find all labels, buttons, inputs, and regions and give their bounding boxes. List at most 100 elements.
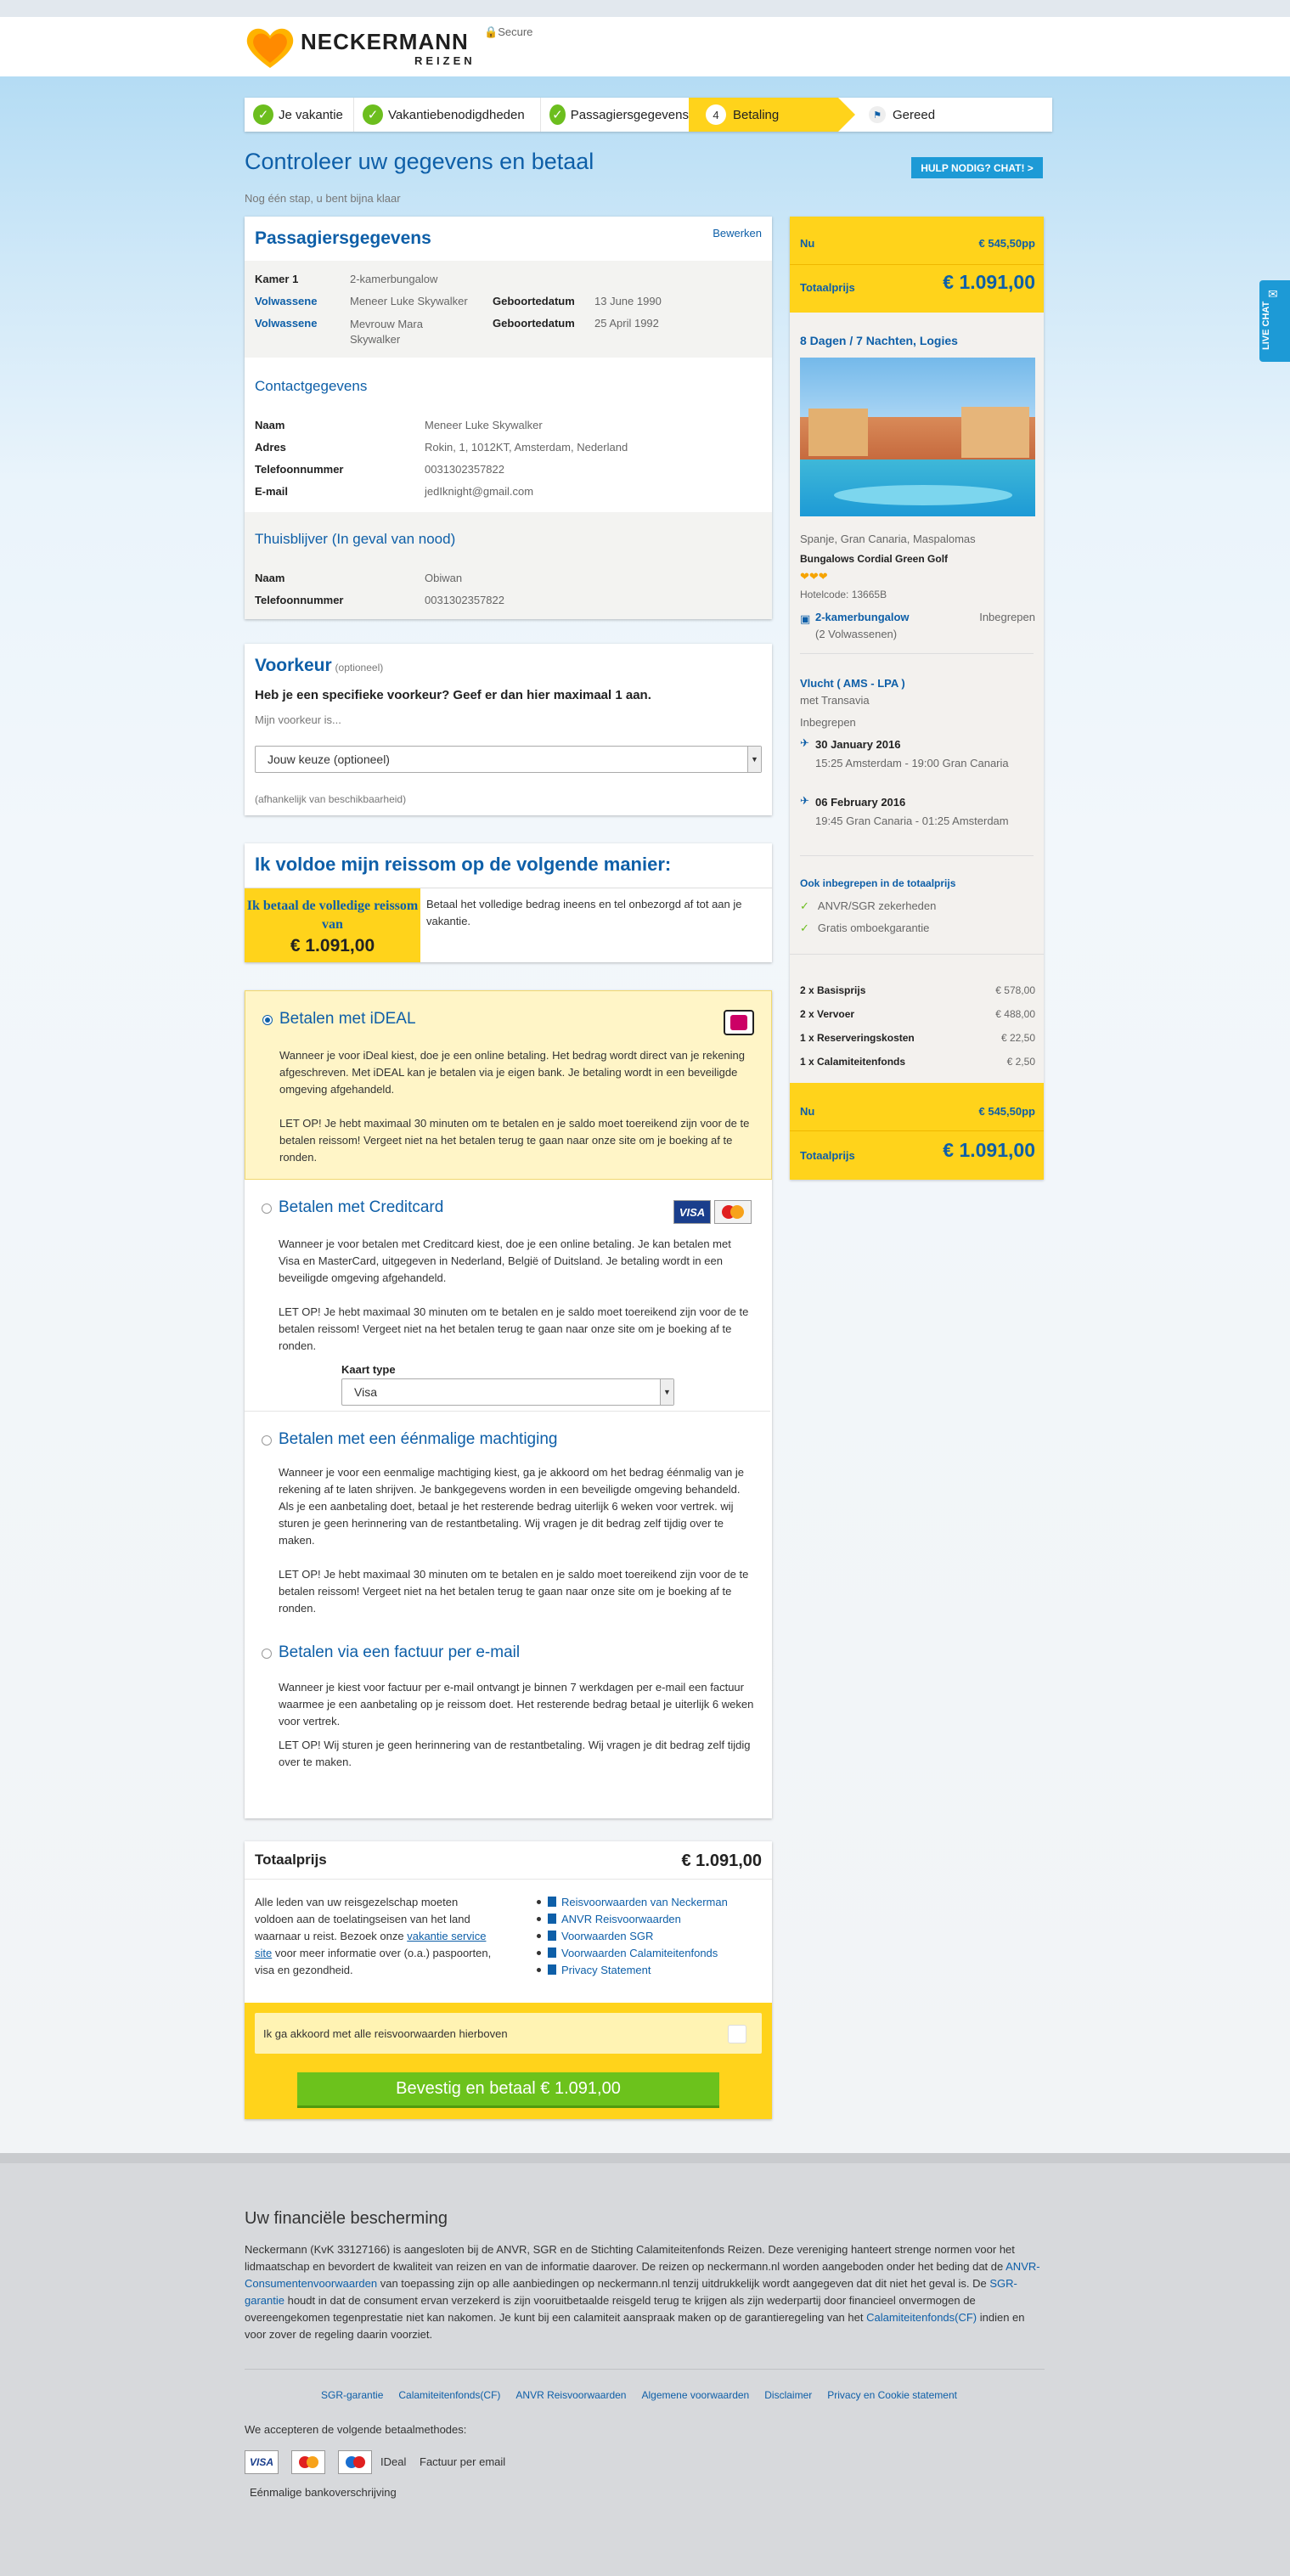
footer-link[interactable]: SGR-garantie xyxy=(321,2389,383,2401)
factuur-method-label: Factuur per email xyxy=(420,2455,506,2468)
home-contact-title: Thuisblijver (In geval van nood) xyxy=(255,531,456,547)
payment-creditcard[interactable]: Betalen met Creditcard VISA Wanneer je v… xyxy=(245,1180,770,1412)
mc-orange-circle xyxy=(730,1205,744,1219)
photo-building-left xyxy=(808,409,868,456)
payment-factuur[interactable]: Betalen via een factuur per e-mail Wanne… xyxy=(245,1637,770,1818)
step-je-vakantie[interactable]: ✓ Je vakantie xyxy=(245,98,353,132)
bullet-icon xyxy=(537,1900,541,1904)
step-label: Betaling xyxy=(733,107,780,122)
creditcard-title: Betalen met Creditcard xyxy=(279,1198,444,1216)
machtiging-radio[interactable] xyxy=(262,1435,272,1446)
payment-ideal[interactable]: Betalen met iDEAL Wanneer je voor iDeal … xyxy=(245,990,772,1180)
fulfil-card: Ik voldoe mijn reissom op de volgende ma… xyxy=(245,843,772,962)
hotel-name: Bungalows Cordial Green Golf xyxy=(800,553,949,565)
live-chat-label: LIVE CHAT xyxy=(1261,301,1271,350)
home-value: Obiwan xyxy=(425,572,463,584)
flight-date: 06 February 2016 xyxy=(815,796,906,809)
contact-label: E-mail xyxy=(255,485,289,498)
passenger-type: Volwassene xyxy=(255,295,318,307)
conditions-link[interactable]: Privacy Statement xyxy=(537,1962,728,1979)
preference-select[interactable]: Jouw keuze (optioneel) ▼ xyxy=(255,746,762,773)
machtiging-title: Betalen met een éénmalige machtiging xyxy=(279,1430,558,1448)
contact-value: Meneer Luke Skywalker xyxy=(425,419,543,431)
step-number: 4 xyxy=(706,104,726,125)
step-betaling: 4 Betaling xyxy=(689,98,855,132)
ideal-radio[interactable] xyxy=(262,1015,273,1025)
conditions-link[interactable]: ANVR Reisvoorwaarden xyxy=(537,1911,728,1928)
flight-title: Vlucht ( AMS - LPA ) xyxy=(800,677,905,690)
document-icon xyxy=(548,1964,556,1975)
divider xyxy=(245,2369,1045,2370)
contact-title: Contactgegevens xyxy=(255,378,368,394)
confirm-pay-button[interactable]: Bevestig en betaal € 1.091,00 xyxy=(297,2072,719,2108)
brand-sub: REIZEN xyxy=(414,54,476,67)
ideal-description: Wanneer je voor iDeal kiest, doe je een … xyxy=(279,1049,746,1096)
included-title: Ook inbegrepen in de totaalprijs xyxy=(800,877,956,889)
step-gereed: ⚑ Gereed xyxy=(838,98,1008,132)
passengers-title: Passagiersgegevens xyxy=(255,228,431,248)
divider xyxy=(800,855,1034,856)
footer-link[interactable]: Disclaimer xyxy=(764,2389,812,2401)
footer-link[interactable]: Privacy en Cookie statement xyxy=(827,2389,957,2401)
contact-value: Rokin, 1, 1012KT, Amsterdam, Nederland xyxy=(425,441,628,454)
flight-detail: 19:45 Gran Canaria - 01:25 Amsterdam xyxy=(815,815,1009,827)
included-item: ✓ ANVR/SGR zekerheden xyxy=(800,899,936,913)
cost-value: € 2,50 xyxy=(1006,1056,1035,1068)
mastercard-logo-icon xyxy=(291,2450,325,2474)
hotel-photo[interactable] xyxy=(800,358,1035,516)
flight-carrier: met Transavia xyxy=(800,694,870,707)
cost-value: € 22,50 xyxy=(1000,1032,1035,1044)
card-type-select[interactable]: Visa ▼ xyxy=(341,1378,674,1406)
included-label: Gratis omboekgarantie xyxy=(817,922,930,934)
full-payment-title: Ik betaal de volledige reissom van xyxy=(246,899,419,932)
live-chat-tab[interactable]: ✉ LIVE CHAT xyxy=(1259,280,1290,362)
footer-link[interactable]: Calamiteitenfonds(CF) xyxy=(398,2389,500,2401)
factuur-description: Wanneer je kiest voor factuur per e-mail… xyxy=(279,1681,754,1728)
now-value: € 545,50pp xyxy=(978,237,1036,250)
agree-checkbox[interactable] xyxy=(728,2025,746,2043)
footer-link[interactable]: ANVR Reisvoorwaarden xyxy=(515,2389,626,2401)
full-payment-text: Betaal het volledige bedrag ineens en te… xyxy=(426,898,742,927)
footer: Uw financiële bescherming Neckermann (Kv… xyxy=(0,2153,1290,2576)
link-label: ANVR Reisvoorwaarden xyxy=(561,1913,681,1925)
step-passagiersgegevens[interactable]: ✓ Passagiersgegevens xyxy=(540,98,689,132)
cost-label: 2 x Basisprijs xyxy=(800,984,866,996)
preference-question: Heb je een specifieke voorkeur? Geef er … xyxy=(255,688,651,702)
divider xyxy=(790,264,1044,265)
full-payment-option[interactable]: Ik betaal de volledige reissom van € 1.0… xyxy=(245,888,420,962)
dropdown-arrow-icon: ▼ xyxy=(660,1379,673,1405)
step-vakantiebenodigdheden[interactable]: ✓ Vakantiebenodigdheden xyxy=(353,98,540,132)
payment-machtiging[interactable]: Betalen met een éénmalige machtiging Wan… xyxy=(245,1412,770,1637)
cost-value: € 578,00 xyxy=(995,984,1035,996)
home-value: 0031302357822 xyxy=(425,594,504,606)
document-icon xyxy=(548,1914,556,1924)
agree-row: Ik ga akkoord met alle reisvoorwaarden h… xyxy=(255,2013,762,2054)
card-type-value: Visa xyxy=(354,1385,377,1399)
flight-detail: 15:25 Amsterdam - 19:00 Gran Canaria xyxy=(815,757,1009,769)
conditions-link[interactable]: Voorwaarden SGR xyxy=(537,1928,728,1945)
total-label: Totaalprijs xyxy=(800,1149,855,1162)
calamiteitenfonds-link[interactable]: Calamiteitenfonds(CF) xyxy=(866,2311,977,2324)
neckermann-logo[interactable]: NECKERMANN REIZEN xyxy=(245,25,491,70)
factuur-radio[interactable] xyxy=(262,1649,272,1659)
conditions-link[interactable]: Reisvoorwaarden van Neckerman xyxy=(537,1894,728,1911)
ideal-logo-icon xyxy=(724,1010,754,1035)
home-label: Naam xyxy=(255,572,285,584)
divider xyxy=(245,1879,772,1880)
secure-indicator: 🔒Secure xyxy=(484,25,532,39)
footer-link[interactable]: Algemene voorwaarden xyxy=(641,2389,749,2401)
room-type: 2-kamerbungalow xyxy=(815,611,910,623)
passenger-name: Mevrouw Mara Skywalker xyxy=(350,318,423,346)
passengers-card: Passagiersgegevens Bewerken Kamer 1 2-ka… xyxy=(245,217,772,619)
radio-dot xyxy=(265,1017,270,1023)
requirements-text-end: voor meer informatie over (o.a.) paspoor… xyxy=(255,1947,492,1976)
conditions-links: Reisvoorwaarden van Neckerman ANVR Reisv… xyxy=(537,1894,728,1979)
flight-included: Inbegrepen xyxy=(800,716,856,729)
preference-card: Voorkeur (optioneel) Heb je een specifie… xyxy=(245,644,772,815)
conditions-link[interactable]: Voorwaarden Calamiteitenfonds xyxy=(537,1945,728,1962)
document-icon xyxy=(548,1897,556,1907)
creditcard-radio[interactable] xyxy=(262,1203,272,1214)
price-summary-bottom: Nu € 545,50pp Totaalprijs € 1.091,00 xyxy=(790,1083,1044,1180)
help-chat-button[interactable]: HULP NODIG? CHAT! > xyxy=(911,157,1043,178)
edit-link[interactable]: Bewerken xyxy=(713,227,762,240)
